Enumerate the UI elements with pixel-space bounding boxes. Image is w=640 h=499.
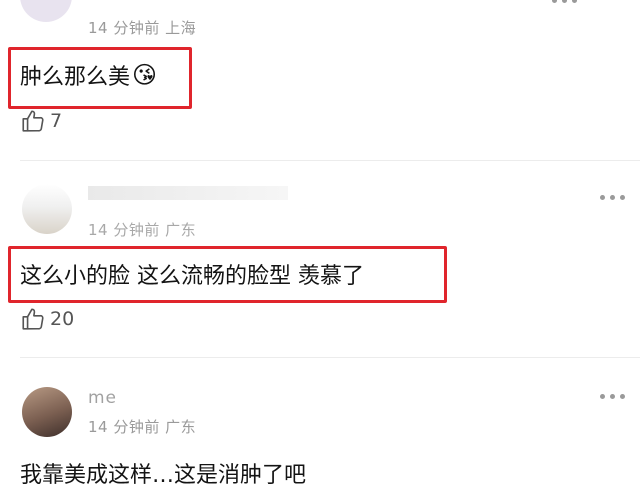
- like-button[interactable]: 7: [20, 108, 62, 134]
- thumbs-up-icon: [22, 308, 44, 330]
- more-dots-icon[interactable]: [552, 0, 577, 3]
- face-blowing-kiss-emoji: 😘: [132, 61, 158, 89]
- more-dots-icon[interactable]: [600, 394, 625, 399]
- divider: [20, 160, 640, 161]
- comment-text-content: 肿么那么美: [20, 65, 131, 90]
- comment-text: 我靠美成这样…这是消肿了吧: [20, 463, 307, 488]
- divider: [20, 357, 640, 358]
- comment-meta: 14 分钟前 上海: [88, 19, 197, 37]
- comment-meta: 14 分钟前 广东: [88, 418, 197, 436]
- avatar[interactable]: [22, 184, 72, 234]
- like-button[interactable]: 20: [20, 306, 74, 332]
- comment-text: 肿么那么美 😘: [20, 59, 157, 91]
- thumbs-up-icon: [22, 110, 44, 132]
- comment-meta: 14 分钟前 广东: [88, 221, 197, 239]
- username-obscured: [88, 186, 288, 200]
- more-dots-icon[interactable]: [600, 195, 625, 200]
- username[interactable]: me: [88, 388, 117, 408]
- like-count: 7: [50, 110, 63, 132]
- comment-text: 这么小的脸 这么流畅的脸型 羡慕了: [20, 264, 364, 289]
- like-count: 20: [50, 308, 75, 330]
- avatar[interactable]: [20, 0, 72, 22]
- avatar[interactable]: [22, 387, 72, 437]
